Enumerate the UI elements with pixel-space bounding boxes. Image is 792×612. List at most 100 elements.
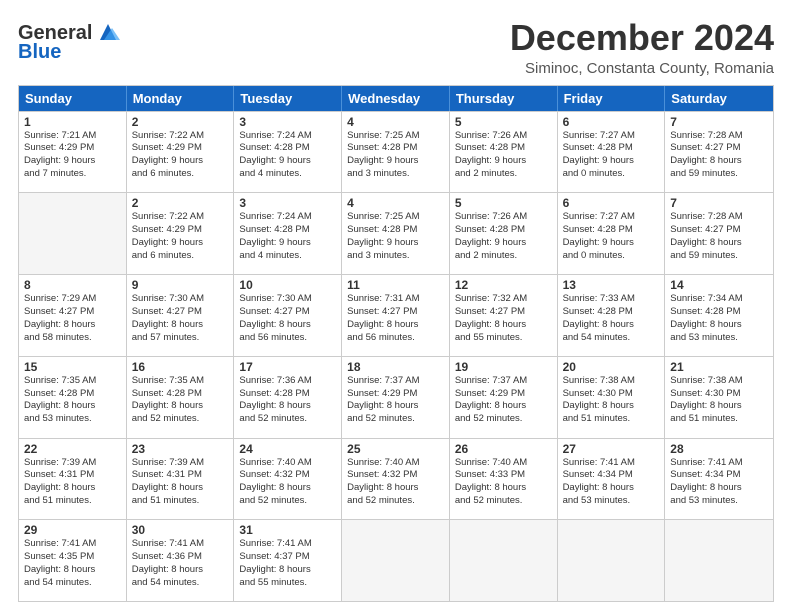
day-info: and 2 minutes. <box>455 250 552 263</box>
day-info: Sunrise: 7:41 AM <box>239 538 336 551</box>
day-info: Daylight: 9 hours <box>132 237 229 250</box>
calendar-cell: 29Sunrise: 7:41 AMSunset: 4:35 PMDayligh… <box>19 520 127 601</box>
day-info: Daylight: 8 hours <box>455 482 552 495</box>
day-info: and 51 minutes. <box>563 413 660 426</box>
day-number: 31 <box>239 523 336 537</box>
day-info: Sunset: 4:28 PM <box>239 142 336 155</box>
calendar-header: SundayMondayTuesdayWednesdayThursdayFrid… <box>19 86 773 111</box>
calendar-cell: 20Sunrise: 7:38 AMSunset: 4:30 PMDayligh… <box>558 357 666 438</box>
day-number: 3 <box>239 115 336 129</box>
calendar-cell: 22Sunrise: 7:39 AMSunset: 4:31 PMDayligh… <box>19 439 127 520</box>
day-info: Daylight: 8 hours <box>670 482 768 495</box>
day-info: Sunset: 4:29 PM <box>347 388 444 401</box>
day-info: and 7 minutes. <box>24 168 121 181</box>
day-info: Daylight: 9 hours <box>563 155 660 168</box>
day-number: 19 <box>455 360 552 374</box>
calendar-cell: 1Sunrise: 7:21 AMSunset: 4:29 PMDaylight… <box>19 112 127 193</box>
day-number: 18 <box>347 360 444 374</box>
calendar-cell: 8Sunrise: 7:29 AMSunset: 4:27 PMDaylight… <box>19 275 127 356</box>
day-info: Daylight: 8 hours <box>132 564 229 577</box>
day-number: 1 <box>24 115 121 129</box>
day-info: Sunset: 4:28 PM <box>563 306 660 319</box>
day-info: Daylight: 8 hours <box>132 482 229 495</box>
calendar-header-cell: Friday <box>558 86 666 111</box>
calendar: SundayMondayTuesdayWednesdayThursdayFrid… <box>18 85 774 602</box>
day-info: and 6 minutes. <box>132 168 229 181</box>
day-info: Sunset: 4:27 PM <box>455 306 552 319</box>
day-number: 14 <box>670 278 768 292</box>
calendar-cell: 3Sunrise: 7:24 AMSunset: 4:28 PMDaylight… <box>234 193 342 274</box>
calendar-week: 15Sunrise: 7:35 AMSunset: 4:28 PMDayligh… <box>19 356 773 438</box>
day-info: Sunset: 4:28 PM <box>455 142 552 155</box>
day-number: 12 <box>455 278 552 292</box>
day-number: 7 <box>670 115 768 129</box>
calendar-cell: 11Sunrise: 7:31 AMSunset: 4:27 PMDayligh… <box>342 275 450 356</box>
header: General Blue December 2024 Siminoc, Cons… <box>18 18 774 77</box>
calendar-header-cell: Tuesday <box>234 86 342 111</box>
day-number: 21 <box>670 360 768 374</box>
day-info: Sunrise: 7:30 AM <box>239 293 336 306</box>
day-info: Sunset: 4:28 PM <box>455 224 552 237</box>
day-info: and 52 minutes. <box>455 495 552 508</box>
calendar-cell: 10Sunrise: 7:30 AMSunset: 4:27 PMDayligh… <box>234 275 342 356</box>
calendar-week: 8Sunrise: 7:29 AMSunset: 4:27 PMDaylight… <box>19 274 773 356</box>
day-info: Sunrise: 7:28 AM <box>670 211 768 224</box>
day-info: Daylight: 8 hours <box>455 319 552 332</box>
day-number: 8 <box>24 278 121 292</box>
title-section: December 2024 Siminoc, Constanta County,… <box>510 18 774 77</box>
day-info: Sunrise: 7:41 AM <box>563 457 660 470</box>
day-info: Sunrise: 7:41 AM <box>24 538 121 551</box>
day-number: 17 <box>239 360 336 374</box>
day-number: 30 <box>132 523 229 537</box>
day-number: 6 <box>563 196 660 210</box>
calendar-cell: 7Sunrise: 7:28 AMSunset: 4:27 PMDaylight… <box>665 112 773 193</box>
calendar-cell: 5Sunrise: 7:26 AMSunset: 4:28 PMDaylight… <box>450 112 558 193</box>
day-info: Sunset: 4:28 PM <box>347 224 444 237</box>
day-info: and 4 minutes. <box>239 168 336 181</box>
day-info: and 4 minutes. <box>239 250 336 263</box>
day-number: 4 <box>347 196 444 210</box>
day-info: Sunset: 4:28 PM <box>239 224 336 237</box>
day-number: 25 <box>347 442 444 456</box>
day-info: Sunrise: 7:30 AM <box>132 293 229 306</box>
page-title: December 2024 <box>510 18 774 58</box>
day-number: 22 <box>24 442 121 456</box>
day-info: Sunrise: 7:22 AM <box>132 211 229 224</box>
calendar-header-cell: Saturday <box>665 86 773 111</box>
day-info: and 51 minutes. <box>24 495 121 508</box>
day-info: Daylight: 8 hours <box>347 319 444 332</box>
day-info: Sunset: 4:31 PM <box>132 469 229 482</box>
day-info: Daylight: 8 hours <box>239 400 336 413</box>
day-info: Sunrise: 7:35 AM <box>132 375 229 388</box>
day-number: 26 <box>455 442 552 456</box>
day-info: Daylight: 8 hours <box>24 564 121 577</box>
day-info: Sunrise: 7:29 AM <box>24 293 121 306</box>
day-info: and 52 minutes. <box>455 413 552 426</box>
calendar-cell: 3Sunrise: 7:24 AMSunset: 4:28 PMDaylight… <box>234 112 342 193</box>
calendar-cell: 6Sunrise: 7:27 AMSunset: 4:28 PMDaylight… <box>558 193 666 274</box>
calendar-cell: 4Sunrise: 7:25 AMSunset: 4:28 PMDaylight… <box>342 112 450 193</box>
calendar-cell: 27Sunrise: 7:41 AMSunset: 4:34 PMDayligh… <box>558 439 666 520</box>
day-info: Daylight: 8 hours <box>455 400 552 413</box>
calendar-cell: 25Sunrise: 7:40 AMSunset: 4:32 PMDayligh… <box>342 439 450 520</box>
day-number: 6 <box>563 115 660 129</box>
day-info: and 58 minutes. <box>24 332 121 345</box>
calendar-cell <box>342 520 450 601</box>
day-info: Daylight: 8 hours <box>563 400 660 413</box>
calendar-cell: 30Sunrise: 7:41 AMSunset: 4:36 PMDayligh… <box>127 520 235 601</box>
day-info: Sunrise: 7:32 AM <box>455 293 552 306</box>
logo: General Blue <box>18 22 122 64</box>
day-number: 4 <box>347 115 444 129</box>
day-info: Sunset: 4:36 PM <box>132 551 229 564</box>
day-info: Sunset: 4:34 PM <box>563 469 660 482</box>
day-info: Sunset: 4:35 PM <box>24 551 121 564</box>
day-info: Sunset: 4:29 PM <box>24 142 121 155</box>
day-info: Daylight: 8 hours <box>239 564 336 577</box>
day-number: 28 <box>670 442 768 456</box>
calendar-cell: 31Sunrise: 7:41 AMSunset: 4:37 PMDayligh… <box>234 520 342 601</box>
day-info: Daylight: 9 hours <box>24 155 121 168</box>
calendar-cell: 13Sunrise: 7:33 AMSunset: 4:28 PMDayligh… <box>558 275 666 356</box>
day-info: Sunrise: 7:21 AM <box>24 130 121 143</box>
day-info: and 53 minutes. <box>563 495 660 508</box>
day-info: Daylight: 8 hours <box>132 319 229 332</box>
